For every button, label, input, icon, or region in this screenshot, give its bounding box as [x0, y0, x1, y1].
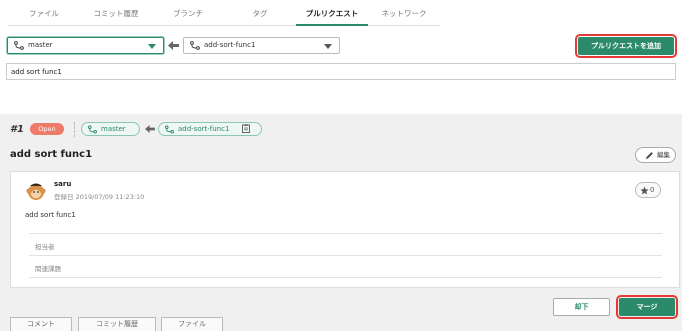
pencil-icon [646, 152, 653, 159]
tab-network[interactable]: ネットワーク [368, 0, 440, 26]
tab-comments[interactable]: コメント [10, 317, 72, 331]
compare-panel: ファイル コミット履歴 ブランチ タグ プルリクエスト ネットワーク maste… [0, 0, 682, 88]
arrow-left-icon [168, 41, 179, 50]
clipboard-icon[interactable] [242, 124, 250, 133]
branch-icon [190, 41, 200, 50]
avatar [26, 183, 46, 200]
tab-branches[interactable]: ブランチ [152, 0, 224, 26]
edit-button-label: 編集 [657, 151, 670, 159]
status-badge: Open [30, 123, 64, 135]
comment-body: add sort func1 [25, 211, 76, 219]
star-count: 0 [650, 186, 655, 194]
tab-files-bottom[interactable]: ファイル [161, 317, 223, 331]
base-branch-select[interactable]: master [7, 37, 164, 54]
pr-title: add sort func1 [10, 149, 93, 160]
tab-files[interactable]: ファイル [8, 0, 80, 26]
chevron-down-icon [324, 44, 332, 49]
branch-icon [88, 125, 97, 134]
divider [29, 277, 662, 278]
pr-base-branch-pill[interactable]: master [81, 122, 140, 136]
arrow-left-icon [145, 125, 155, 133]
compare-branch-value: add-sort-func1 [204, 41, 256, 49]
comment-date: 登録日 2019/07/09 11:23:10 [54, 193, 145, 201]
star-icon [640, 186, 649, 195]
pr-title-input[interactable] [6, 63, 676, 80]
branch-icon [14, 41, 24, 50]
base-branch-value: master [28, 41, 53, 49]
merge-button[interactable]: マージ [616, 295, 678, 319]
pr-base-branch-label: master [101, 125, 126, 133]
divider [29, 233, 662, 234]
branch-icon [165, 125, 174, 134]
repo-tabs: ファイル コミット履歴 ブランチ タグ プルリクエスト ネットワーク [8, 0, 440, 26]
pr-compare-branch-label: add-sort-func1 [178, 125, 230, 133]
spacer-band [0, 88, 682, 114]
chevron-down-icon [148, 44, 156, 49]
add-pull-request-button[interactable]: プルリクエストを追加 [575, 34, 677, 58]
tab-pull-requests[interactable]: プルリクエスト [296, 0, 368, 26]
divider [74, 122, 75, 137]
star-button[interactable]: 0 [635, 182, 661, 198]
assignee-label: 担当者 [35, 243, 55, 251]
related-issues-label: 関連課題 [35, 265, 61, 273]
tab-tags[interactable]: タグ [224, 0, 296, 26]
pr-number: #1 [10, 124, 24, 135]
tab-commit-history-bottom[interactable]: コミット履歴 [78, 317, 156, 331]
reject-button[interactable]: 却下 [553, 298, 610, 316]
comment-card: saru 登録日 2019/07/09 11:23:10 0 add sort … [10, 171, 680, 288]
comment-author[interactable]: saru [54, 180, 71, 188]
tab-commit-history[interactable]: コミット履歴 [80, 0, 152, 26]
compare-branch-select[interactable]: add-sort-func1 [183, 37, 340, 54]
edit-button[interactable]: 編集 [635, 147, 676, 163]
divider [29, 255, 662, 256]
